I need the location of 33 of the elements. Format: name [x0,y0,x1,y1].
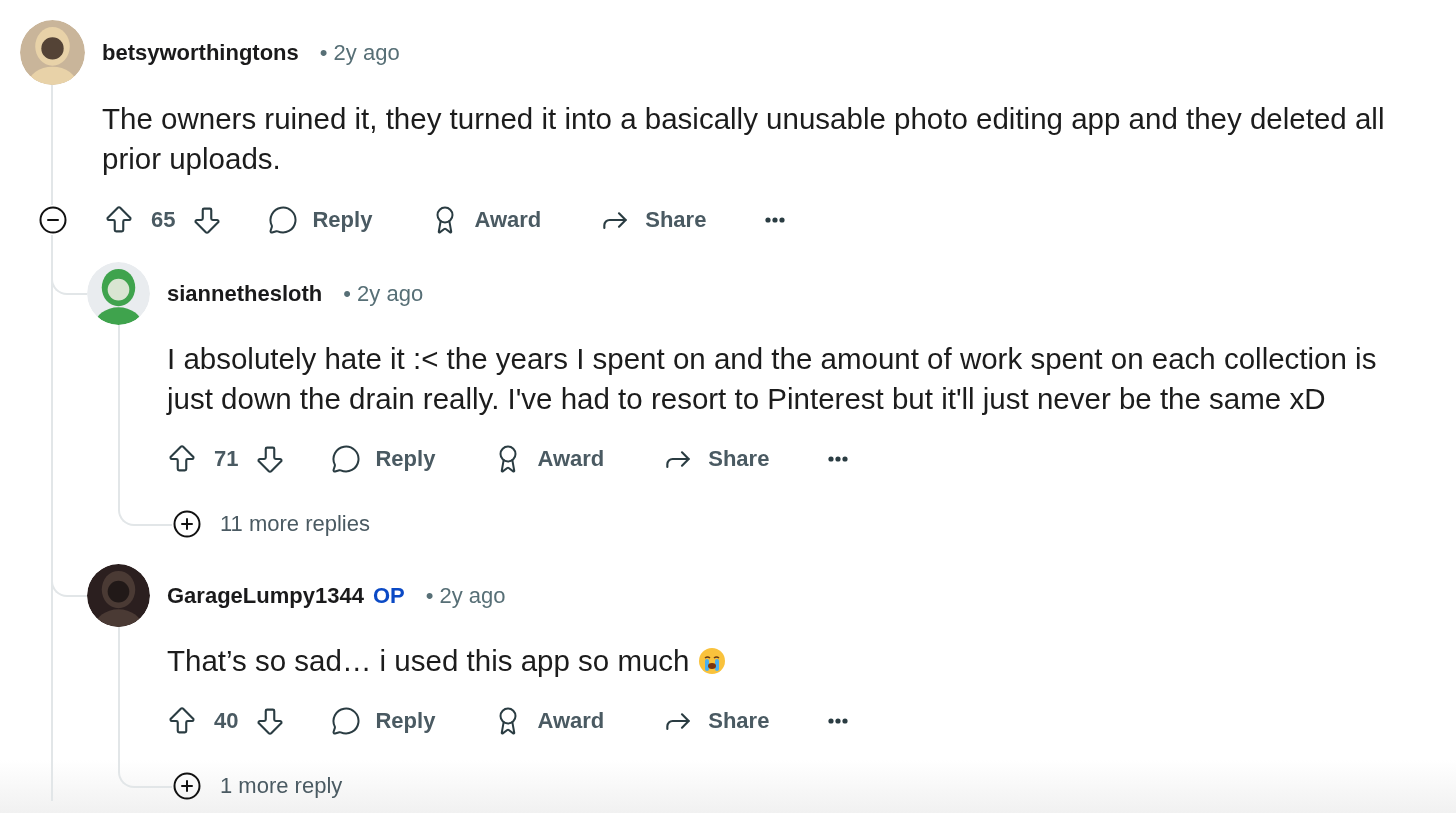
ellipsis-icon [828,718,849,724]
vote-count: 71 [214,446,239,472]
comment-text: That’s so sad… i used this app so much [167,643,690,679]
timestamp: • 2y ago [343,280,424,307]
collapse-button[interactable] [38,205,68,235]
more-replies-button[interactable]: 1 more reply [172,771,343,801]
username[interactable]: GarageLumpy1344 [167,582,364,609]
comment-text: The owners ruined it, they turned it into a basically unusable photo editing app and they deleted all prior uploads. [102,101,1386,177]
award-button[interactable]: Award [493,439,605,479]
share-button[interactable]: Share [599,200,707,240]
speech-bubble-icon [331,444,362,474]
username[interactable]: siannethesloth [167,280,323,307]
expand-icon [172,509,202,539]
timestamp: • 2y ago [425,582,506,609]
timestamp: • 2y ago [319,39,400,66]
reply-button[interactable]: Reply [268,200,373,240]
vote-count: 65 [151,207,176,233]
reply-button[interactable]: Reply [331,439,436,479]
op-label: OP [372,582,405,609]
expand-icon [172,771,202,801]
more-replies-button[interactable]: 11 more replies [172,509,370,539]
award-button[interactable]: Award [493,701,605,741]
ellipsis-icon [828,456,849,462]
speech-bubble-icon [331,706,362,736]
share-button[interactable]: Share [662,701,770,741]
ellipsis-icon [765,217,786,223]
reply-button[interactable]: Reply [331,701,436,741]
award-button[interactable]: Award [430,200,542,240]
vote-count: 40 [214,708,239,734]
username[interactable]: betsyworthingtons [102,39,299,66]
comment-text: I absolutely hate it :< the years I spent on and the amount of work spent on each collection is just down the drain really. I've had to resort to Pinterest but it'll just never be the same xD [167,341,1378,417]
speech-bubble-icon [268,205,299,235]
share-button[interactable]: Share [662,439,770,479]
